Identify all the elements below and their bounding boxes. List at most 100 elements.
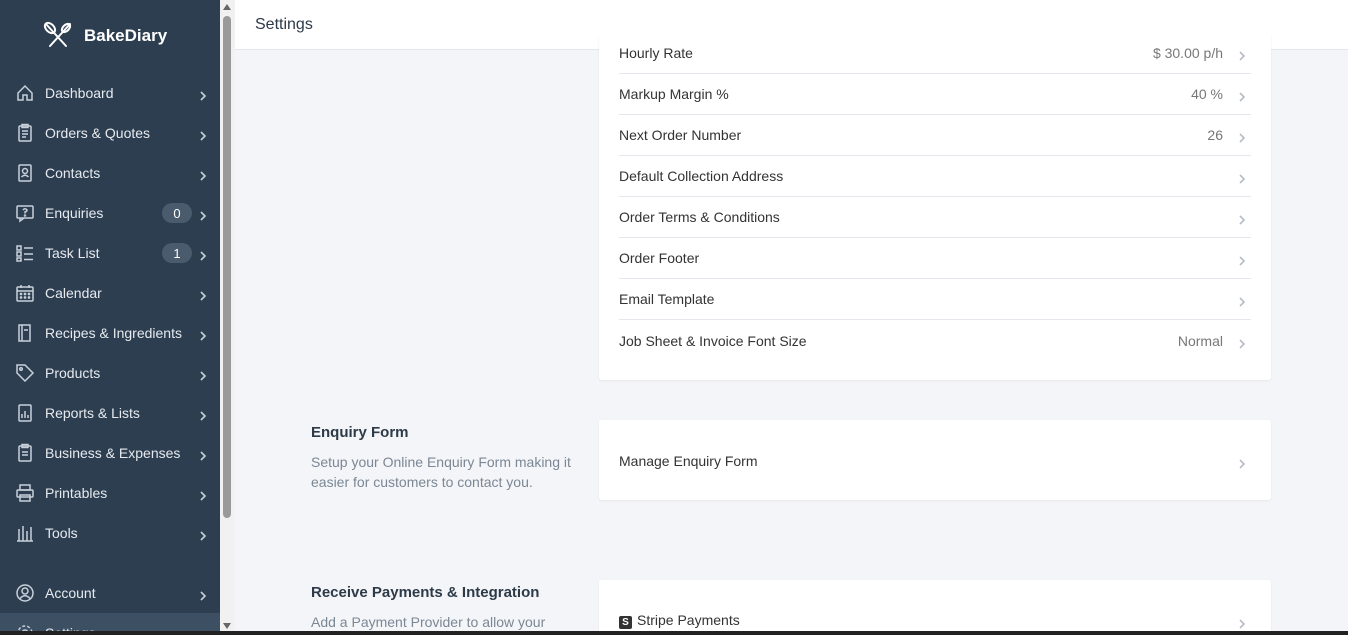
chevron-right-icon bbox=[1237, 456, 1247, 469]
chevron-right-icon bbox=[1237, 48, 1247, 61]
sidebar-item-contacts[interactable]: Contacts bbox=[0, 153, 220, 193]
report-icon bbox=[14, 402, 36, 424]
chevron-right-icon bbox=[1237, 89, 1247, 102]
setting-row-order-footer[interactable]: Order Footer bbox=[619, 238, 1251, 279]
page-title: Settings bbox=[255, 15, 313, 33]
sidebar-item-recipes-ingredients[interactable]: Recipes & Ingredients bbox=[0, 313, 220, 353]
sidebar-item-label: Tools bbox=[45, 525, 78, 541]
chevron-right-icon bbox=[198, 128, 208, 141]
row-label: Order Terms & Conditions bbox=[619, 209, 780, 225]
chevron-right-icon bbox=[198, 248, 208, 261]
scroll-thumb[interactable] bbox=[223, 16, 231, 518]
sidebar-item-printables[interactable]: Printables bbox=[0, 473, 220, 513]
chevron-right-icon bbox=[198, 288, 208, 301]
chevron-right-icon bbox=[1237, 336, 1247, 349]
sidebar-item-label: Orders & Quotes bbox=[45, 125, 151, 141]
sidebar-item-products[interactable]: Products bbox=[0, 353, 220, 393]
sidebar-scrollbar[interactable] bbox=[220, 0, 235, 635]
setting-row-markup-margin[interactable]: Markup Margin % 40 % bbox=[619, 74, 1251, 115]
sidebar-item-label: Dashboard bbox=[45, 85, 114, 101]
chevron-right-icon bbox=[198, 528, 208, 541]
enquiry-form-description: Setup your Online Enquiry Form making it… bbox=[311, 454, 571, 490]
calendar-icon bbox=[14, 282, 36, 304]
setting-row-job-sheet-invoice-font-size[interactable]: Job Sheet & Invoice Font Size Normal bbox=[619, 320, 1251, 361]
chevron-right-icon bbox=[198, 328, 208, 341]
sidebar-item-tools[interactable]: Tools bbox=[0, 513, 220, 553]
row-label: Hourly Rate bbox=[619, 45, 693, 61]
row-label: Markup Margin % bbox=[619, 86, 729, 102]
chevron-right-icon bbox=[1237, 616, 1247, 629]
sidebar-item-task-list[interactable]: Task List 1 bbox=[0, 233, 220, 273]
sidebar: BakeDiary Dashboard Orders & Quotes Contac… bbox=[0, 0, 220, 635]
sidebar-item-label: Reports & Lists bbox=[45, 405, 140, 421]
checklist-icon bbox=[14, 242, 36, 264]
sidebar-item-calendar[interactable]: Calendar bbox=[0, 273, 220, 313]
chevron-right-icon bbox=[1237, 253, 1247, 266]
recipe-book-icon bbox=[14, 322, 36, 344]
chevron-right-icon bbox=[198, 368, 208, 381]
chevron-right-icon bbox=[198, 168, 208, 181]
setting-row-email-template[interactable]: Email Template bbox=[619, 279, 1251, 320]
row-value: 26 bbox=[1207, 127, 1223, 143]
sidebar-item-dashboard[interactable]: Dashboard bbox=[0, 73, 220, 113]
sidebar-item-label: Task List bbox=[45, 245, 100, 261]
setting-row-default-collection-address[interactable]: Default Collection Address bbox=[619, 156, 1251, 197]
sidebar-item-label: Products bbox=[45, 365, 101, 381]
question-chat-icon bbox=[14, 202, 36, 224]
sidebar-item-label: Calendar bbox=[45, 285, 102, 301]
sidebar-item-business-expenses[interactable]: Business & Expenses bbox=[0, 433, 220, 473]
chevron-right-icon bbox=[198, 208, 208, 221]
chevron-right-icon bbox=[198, 488, 208, 501]
row-value: 40 % bbox=[1191, 86, 1223, 102]
row-label: Job Sheet & Invoice Font Size bbox=[619, 332, 807, 349]
tag-icon bbox=[14, 362, 36, 384]
chevron-right-icon bbox=[198, 588, 208, 601]
sidebar-item-orders-quotes[interactable]: Orders & Quotes bbox=[0, 113, 220, 153]
setting-row-hourly-rate[interactable]: Hourly Rate $ 30.00 p/h bbox=[619, 33, 1251, 74]
whisk-spoon-logo-icon bbox=[43, 21, 72, 47]
tools-icon bbox=[14, 522, 36, 544]
account-icon bbox=[14, 582, 36, 604]
row-label: Manage Enquiry Form bbox=[619, 452, 758, 469]
chevron-right-icon bbox=[1237, 294, 1247, 307]
chevron-right-icon bbox=[1237, 171, 1247, 184]
printer-icon bbox=[14, 482, 36, 504]
stripe-icon: S bbox=[619, 616, 632, 629]
sidebar-item-label: Account bbox=[45, 585, 96, 601]
manage-enquiry-form-row[interactable]: Manage Enquiry Form bbox=[619, 440, 1251, 481]
row-label: Next Order Number bbox=[619, 127, 742, 143]
scroll-down-arrow-icon[interactable] bbox=[223, 623, 231, 629]
scroll-up-arrow-icon[interactable] bbox=[223, 4, 231, 10]
count-badge: 1 bbox=[162, 243, 192, 263]
chevron-right-icon bbox=[1237, 212, 1247, 225]
enquiry-form-title: Enquiry Form bbox=[311, 424, 409, 441]
window-bottom-edge bbox=[0, 631, 1348, 635]
payments-card: S Stripe Payments bbox=[599, 580, 1271, 635]
count-badge: 0 bbox=[162, 203, 192, 223]
sidebar-item-account[interactable]: Account bbox=[0, 573, 220, 613]
row-value: Normal bbox=[1177, 332, 1223, 349]
home-icon bbox=[14, 82, 36, 104]
sidebar-item-label: Enquiries bbox=[45, 205, 104, 221]
stripe-payments-row[interactable]: S Stripe Payments bbox=[619, 600, 1251, 635]
row-label: Default Collection Address bbox=[619, 168, 784, 184]
sidebar-item-reports-lists[interactable]: Reports & Lists bbox=[0, 393, 220, 433]
row-value: $ 30.00 p/h bbox=[1152, 45, 1223, 61]
row-label: Stripe Payments bbox=[637, 612, 740, 628]
clipboard-icon bbox=[14, 122, 36, 144]
enquiry-form-card: Manage Enquiry Form bbox=[599, 420, 1271, 500]
sidebar-item-label: Printables bbox=[45, 485, 108, 501]
brand-name: BakeDiary bbox=[84, 26, 168, 45]
contact-book-icon bbox=[14, 162, 36, 184]
order-settings-card: Hourly Rate $ 30.00 p/h Markup Margin % 40 … bbox=[599, 33, 1271, 380]
receipt-icon bbox=[14, 442, 36, 464]
setting-row-next-order-number[interactable]: Next Order Number 26 bbox=[619, 115, 1251, 156]
chevron-right-icon bbox=[1237, 130, 1247, 143]
row-label: Email Template bbox=[619, 291, 715, 307]
sidebar-item-label: Recipes & Ingredients bbox=[45, 325, 182, 341]
sidebar-item-label: Contacts bbox=[45, 165, 101, 181]
setting-row-order-terms-conditions[interactable]: Order Terms & Conditions bbox=[619, 197, 1251, 238]
chevron-right-icon bbox=[198, 88, 208, 101]
sidebar-item-enquiries[interactable]: Enquiries 0 bbox=[0, 193, 220, 233]
brand[interactable]: BakeDiary bbox=[0, 0, 220, 72]
